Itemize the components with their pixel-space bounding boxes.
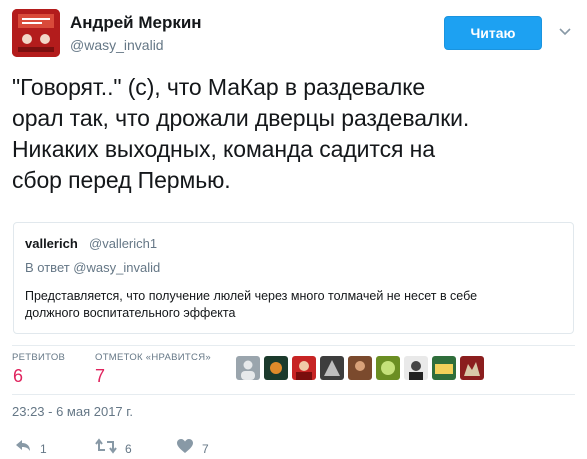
liker-avatar[interactable] bbox=[236, 356, 260, 380]
quoted-author-name: vallerich bbox=[25, 236, 78, 251]
quoted-author-handle: @vallerich1 bbox=[89, 236, 158, 251]
liker-avatar[interactable] bbox=[348, 356, 372, 380]
quoted-text-line: Представляется, что получение люлей чере… bbox=[25, 289, 478, 303]
divider bbox=[12, 394, 575, 395]
quoted-text-line: должного воспитательного эффекта bbox=[25, 306, 236, 320]
tweet-text-line: Никаких выходных, команда садится на bbox=[12, 136, 435, 162]
likes-count[interactable]: 7 bbox=[95, 366, 105, 387]
author-avatar[interactable] bbox=[12, 9, 60, 57]
tweet-text: "Говорят.." (с), что МаКар в раздевалке … bbox=[12, 72, 577, 196]
author-name[interactable]: Андрей Меркин bbox=[70, 13, 202, 33]
liker-avatar[interactable] bbox=[264, 356, 288, 380]
tweet-text-line: сбор перед Пермью. bbox=[12, 167, 231, 193]
author-handle[interactable]: @wasy_invalid bbox=[70, 37, 164, 53]
tweet-text-line: орал так, что дрожали дверцы раздевалки. bbox=[12, 105, 470, 131]
likes-label[interactable]: ОТМЕТОК «НРАВИТСЯ» bbox=[95, 352, 211, 363]
liker-avatar[interactable] bbox=[376, 356, 400, 380]
retweets-count[interactable]: 6 bbox=[13, 366, 23, 387]
quoted-text: Представляется, что получение люлей чере… bbox=[25, 288, 545, 322]
liker-avatar[interactable] bbox=[404, 356, 428, 380]
quoted-tweet[interactable]: vallerich @vallerich1 В ответ @wasy_inva… bbox=[13, 222, 574, 334]
tweet-text-line: "Говорят.." (с), что МаКар в раздевалке bbox=[12, 74, 426, 100]
reply-count: 1 bbox=[40, 441, 47, 456]
liker-avatar[interactable] bbox=[292, 356, 316, 380]
likers-avatars bbox=[236, 356, 484, 380]
liker-avatar[interactable] bbox=[320, 356, 344, 380]
retweets-label[interactable]: РЕТВИТОВ bbox=[12, 352, 65, 363]
tweet-timestamp[interactable]: 23:23 - 6 мая 2017 г. bbox=[12, 404, 133, 419]
divider bbox=[12, 345, 575, 346]
chevron-down-icon[interactable] bbox=[557, 24, 573, 40]
like-count: 7 bbox=[202, 441, 209, 456]
liker-avatar[interactable] bbox=[432, 356, 456, 380]
retweet-count: 6 bbox=[125, 441, 132, 456]
liker-avatar[interactable] bbox=[460, 356, 484, 380]
quoted-reply-to: В ответ @wasy_invalid bbox=[25, 260, 161, 275]
follow-button[interactable]: Читаю bbox=[444, 16, 542, 50]
